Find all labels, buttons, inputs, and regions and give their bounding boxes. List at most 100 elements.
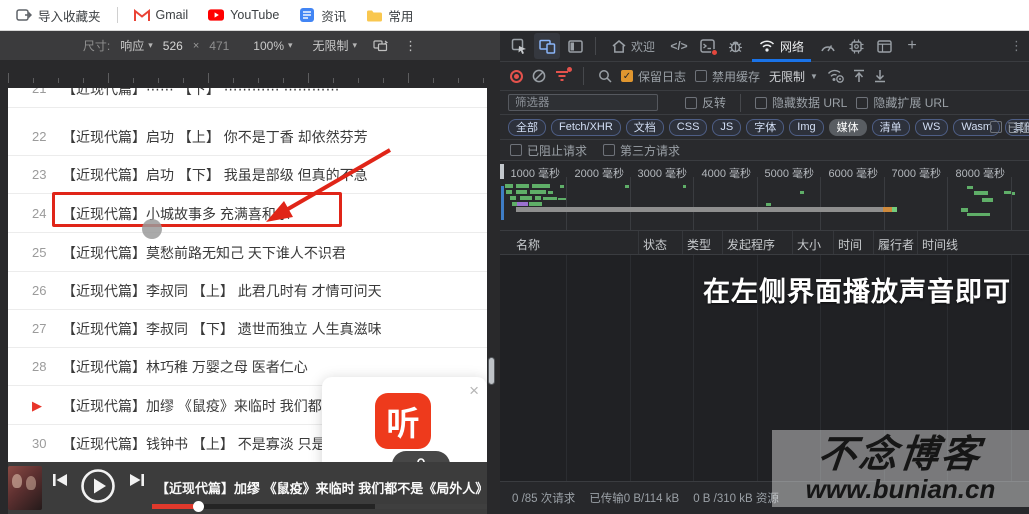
devtools-menu-icon[interactable]: ⋮	[1010, 38, 1023, 54]
table-gridline	[693, 255, 694, 484]
viewport-width-field[interactable]: 526	[163, 39, 183, 53]
ruler-tick	[333, 78, 334, 83]
clear-network-log-icon[interactable]	[532, 69, 546, 83]
more-options-icon[interactable]: ⋮	[404, 38, 417, 54]
tab-elements-icon[interactable]: </>	[666, 33, 692, 59]
blocked-requests-checkbox[interactable]: 已阻止请求	[510, 142, 587, 159]
tab-performance-icon[interactable]	[815, 33, 841, 59]
viewport-height-field[interactable]: 471	[209, 39, 229, 53]
timeline-activity-mark	[548, 191, 553, 194]
list-item[interactable]: 21 【近现代篇】⋯⋯ 【下】 ⋯⋯⋯⋯ ⋯⋯⋯⋯	[8, 88, 487, 108]
resource-chip-fetchxhr[interactable]: Fetch/XHR	[551, 118, 621, 136]
next-track-icon[interactable]	[128, 472, 145, 488]
preserve-log-checkbox[interactable]: ✓ 保留日志	[621, 68, 686, 85]
listen-app-icon[interactable]: 听	[375, 393, 431, 449]
invert-filter-checkbox[interactable]: 反转	[685, 94, 726, 111]
chevron-down-icon: ▾	[148, 40, 153, 50]
tab-welcome[interactable]: 欢迎	[603, 31, 664, 62]
column-header-5[interactable]: 时间	[838, 236, 862, 253]
column-header-2[interactable]: 类型	[687, 236, 711, 253]
import-bookmarks-icon	[16, 7, 32, 23]
buffered-segment	[375, 504, 487, 509]
column-header-7[interactable]: 时间线	[922, 236, 958, 253]
record-network-log-icon[interactable]	[510, 69, 523, 83]
resource-chip-[interactable]: 文档	[625, 118, 664, 136]
list-item[interactable]: 26 【近现代篇】李叔同 【上】 此君几时有 才情可问天	[8, 272, 487, 310]
previous-track-icon[interactable]	[52, 472, 69, 488]
transferred-size: 已传输0 B/114 kB	[589, 493, 680, 505]
timeline-activity-mark	[516, 190, 527, 194]
gmail-icon	[133, 7, 150, 23]
filter-input[interactable]	[508, 94, 658, 111]
bookmark-item[interactable]: 常用	[358, 3, 421, 28]
bookmark-item[interactable]: Gmail	[126, 4, 197, 26]
checkbox-icon	[856, 96, 869, 109]
viewport-ruler	[8, 62, 487, 86]
list-item[interactable]: 22 【近现代篇】启功 【上】 你不是丁香 却依然芬芳	[8, 118, 487, 156]
column-header-0[interactable]: 名称	[516, 236, 540, 253]
timeline-tick-label: 2000 毫秒	[574, 168, 624, 180]
list-item[interactable]: 25 【近现代篇】莫愁前路无知己 天下谁人不识君	[8, 234, 487, 272]
timeline-activity-mark	[505, 184, 513, 188]
filter-icon[interactable]	[555, 67, 572, 82]
resource-chip-[interactable]: 媒体	[828, 118, 867, 136]
more-tabs-icon[interactable]: +	[899, 33, 925, 59]
zoom-dropdown[interactable]: 100% ▾	[253, 39, 292, 53]
resource-chip-[interactable]: 字体	[746, 118, 785, 136]
resource-chip-css[interactable]: CSS	[668, 118, 708, 136]
column-header-6[interactable]: 履行者	[878, 236, 914, 253]
list-item[interactable]: 27 【近现代篇】李叔同 【下】 遗世而独立 人生真滋味	[8, 310, 487, 348]
timeline-gridline	[757, 177, 758, 230]
export-har-icon[interactable]	[874, 69, 886, 83]
resource-chip-img[interactable]: Img	[789, 118, 824, 136]
third-party-checkbox[interactable]: 第三方请求	[603, 142, 680, 159]
resource-type-filter-row: 全部Fetch/XHR文档CSSJS字体Img媒体清单WSWasm其他 已阻止的…	[500, 115, 1029, 140]
network-conditions-icon[interactable]	[827, 69, 844, 83]
column-header-4[interactable]: 大小	[797, 236, 821, 253]
device-mode-dropdown[interactable]: 响应 ▾	[120, 37, 153, 54]
device-toolbar-toggle-icon[interactable]	[534, 33, 560, 59]
request-filter-row: 已阻止请求 第三方请求	[500, 140, 1029, 161]
resource-chip-ws[interactable]: WS	[914, 118, 949, 136]
playing-icon: ▶	[32, 397, 42, 413]
ruler-tick	[283, 78, 284, 83]
resource-chip-[interactable]: 全部	[508, 118, 546, 136]
network-throttling-dropdown[interactable]: 无限制 ▼	[769, 68, 818, 85]
viewport-resize-handle[interactable]	[489, 358, 494, 384]
bookmark-item[interactable]: YouTube	[200, 4, 287, 26]
rotate-viewport-icon[interactable]	[373, 39, 389, 52]
bookmark-item[interactable]: 导入收藏夹	[8, 3, 109, 28]
dock-side-icon[interactable]	[562, 33, 588, 59]
timeline-activity-mark	[961, 208, 968, 212]
list-item[interactable]: 23 【近现代篇】启功 【下】 我虽是部级 但真的不急	[8, 156, 487, 194]
network-overview-timeline[interactable]: 1000 毫秒 2000 毫秒 3000 毫秒 4000 毫秒 5000 毫秒 6000 …	[500, 161, 1029, 231]
disable-cache-checkbox[interactable]: 禁用缓存	[695, 68, 760, 85]
column-header-1[interactable]: 状态	[643, 236, 667, 253]
inspect-element-icon[interactable]	[506, 33, 532, 59]
hide-extension-urls-checkbox[interactable]: 隐藏扩展 URL	[856, 94, 949, 111]
import-har-icon[interactable]	[853, 69, 865, 83]
progress-bar[interactable]	[152, 501, 487, 512]
resource-chip-js[interactable]: JS	[712, 118, 742, 136]
checkbox-icon	[603, 144, 616, 156]
close-icon[interactable]: ×	[469, 381, 479, 401]
throttling-dropdown[interactable]: 无限制 ▾	[313, 37, 358, 54]
tab-application-icon[interactable]	[871, 33, 897, 59]
blocked-response-checkbox[interactable]: 已阻止的响应	[990, 119, 1029, 136]
play-icon[interactable]	[80, 468, 116, 504]
resource-size: 0 B /310 kB 资源	[693, 493, 779, 505]
column-header-3[interactable]: 发起程序	[727, 236, 775, 253]
tab-console-icon[interactable]	[694, 33, 720, 59]
search-icon[interactable]	[598, 69, 612, 83]
timeline-activity-mark	[982, 198, 993, 202]
tab-debugger-icon[interactable]	[722, 33, 748, 59]
tab-network[interactable]: 网络	[750, 31, 813, 62]
list-item[interactable]: 24 【近现代篇】小城故事多 充满喜和乐	[8, 195, 487, 233]
tab-memory-icon[interactable]	[843, 33, 869, 59]
resource-chip-[interactable]: 清单	[871, 118, 910, 136]
bookmark-item[interactable]: 资讯	[291, 3, 354, 28]
hide-data-urls-checkbox[interactable]: 隐藏数据 URL	[755, 94, 847, 111]
column-divider	[792, 231, 793, 254]
progress-knob[interactable]	[193, 501, 204, 512]
album-art-thumbnail[interactable]	[8, 466, 42, 510]
